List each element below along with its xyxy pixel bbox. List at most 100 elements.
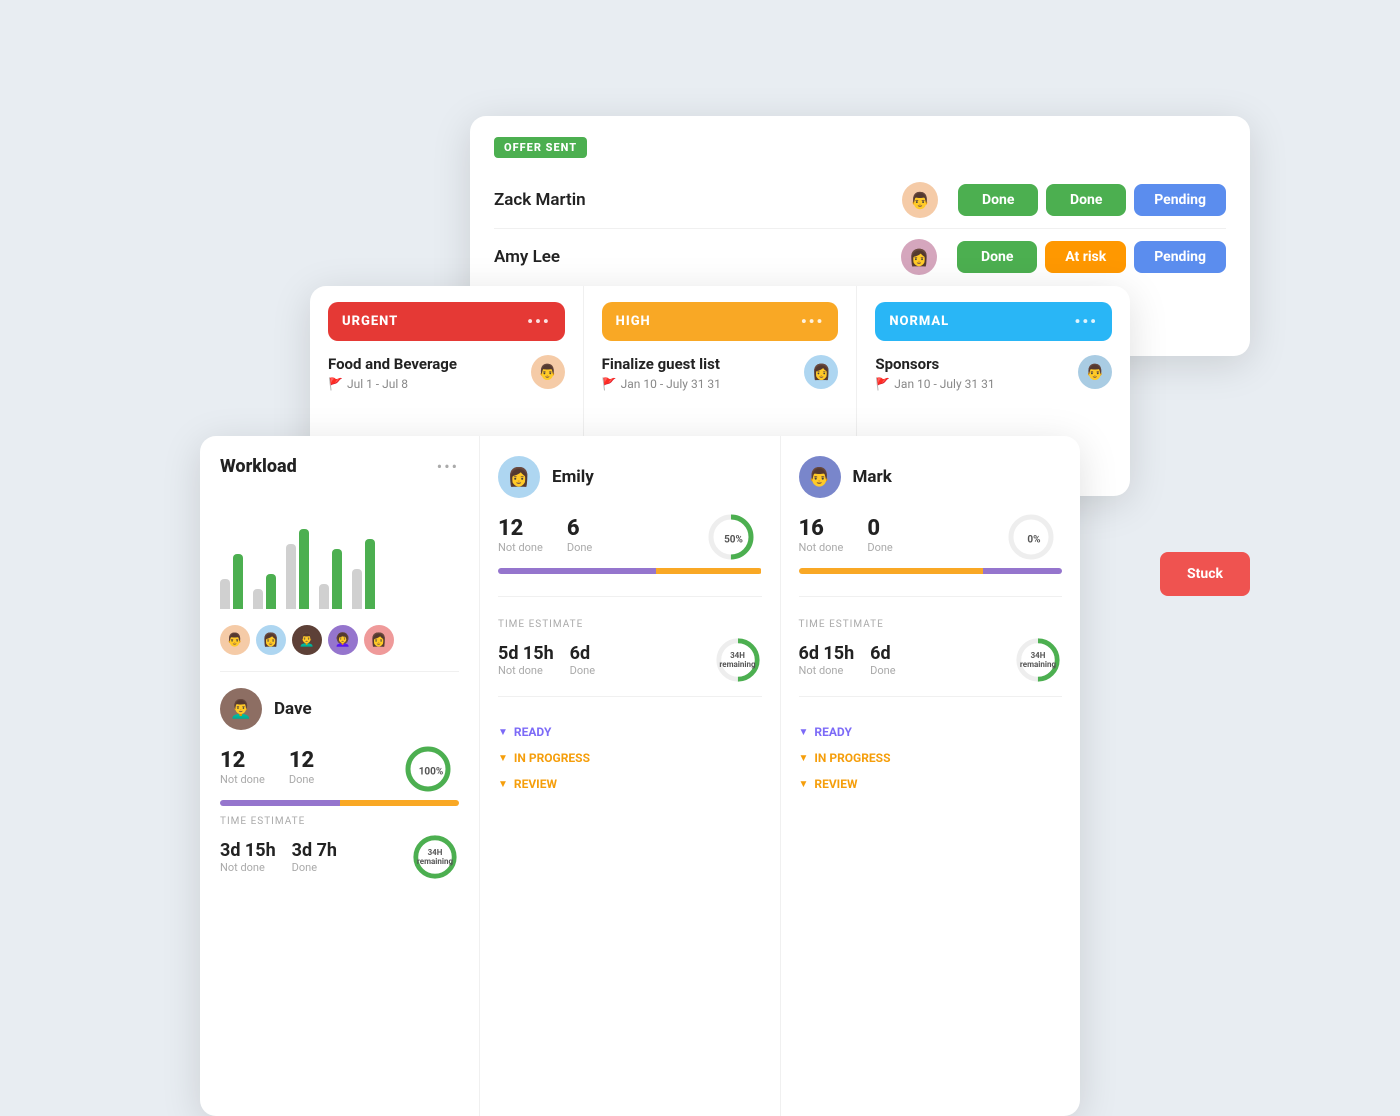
urgent-label: URGENT — [342, 314, 398, 329]
bar-gray-1 — [220, 579, 230, 609]
workload-chart — [220, 489, 459, 609]
amy-badge-1: Done — [957, 241, 1037, 273]
emily-time: TIME ESTIMATE 5d 15h Not done 6d Done — [498, 619, 762, 684]
emily-review[interactable]: ▼ REVIEW — [498, 771, 762, 797]
emily-donut: 50% — [706, 512, 762, 568]
high-flag-icon: 🚩 — [602, 377, 617, 391]
zack-badges: Done Done Pending — [958, 184, 1226, 216]
urgent-task-avatar: 👨 — [531, 355, 565, 389]
bar-group-3 — [286, 519, 309, 609]
mark-ready-chevron: ▼ — [799, 727, 809, 738]
amy-badge-2: At risk — [1045, 241, 1126, 273]
side-badge-stuck-2-wrap: Stuck — [1160, 546, 1250, 602]
bar-gray-2 — [253, 589, 263, 609]
high-label: HIGH — [616, 314, 651, 329]
emily-time-title: TIME ESTIMATE — [498, 619, 762, 630]
amy-badges: Done At risk Pending — [957, 241, 1226, 273]
amy-badge-3: Pending — [1134, 241, 1226, 273]
dave-card: 👨‍🦱 Dave 12 Not done 12 Done — [220, 688, 459, 881]
mark-name: Mark — [853, 467, 892, 487]
normal-task-title: Sponsors — [875, 355, 994, 373]
bar-green-2 — [266, 574, 276, 609]
zack-avatar: 👨 — [902, 182, 938, 218]
urgent-task: Food and Beverage 🚩 Jul 1 - Jul 8 👨 — [328, 355, 565, 391]
workload-header: Workload ••• — [220, 456, 459, 477]
dave-avatar: 👨‍🦱 — [220, 688, 262, 730]
high-task-date: 🚩 Jan 10 - July 31 31 — [602, 377, 721, 391]
urgent-flag-icon: 🚩 — [328, 377, 343, 391]
dave-time-notdone: 3d 15h — [220, 840, 276, 861]
emily-time-label: 34Hremaining — [719, 651, 755, 669]
dave-name: Dave — [274, 699, 312, 719]
mark-stats: 16 Not done 0 Done — [799, 516, 893, 554]
emily-progress — [498, 568, 762, 574]
emily-in-progress[interactable]: ▼ IN PROGRESS — [498, 745, 762, 771]
emily-header: 👩 Emily — [498, 456, 762, 498]
urgent-dots: ••• — [527, 312, 551, 331]
emily-not-done-label: Not done — [498, 541, 543, 554]
mark-time-done: 6d — [870, 643, 895, 664]
workload-avatar-row: 👨 👩 👨‍🦱 👩‍🦱 👩 — [220, 625, 459, 655]
emily-time-donut: 34Hremaining — [714, 636, 762, 684]
amy-name: Amy Lee — [494, 247, 901, 267]
urgent-task-date: 🚩 Jul 1 - Jul 8 — [328, 377, 457, 391]
zack-badge-2: Done — [1046, 184, 1126, 216]
mark-ready[interactable]: ▼ READY — [799, 719, 1063, 745]
emily-ready[interactable]: ▼ READY — [498, 719, 762, 745]
kanban-header-normal: NORMAL ••• — [875, 302, 1112, 341]
mark-avatar: 👨 — [799, 456, 841, 498]
divider-1 — [220, 671, 459, 672]
normal-flag-icon: 🚩 — [875, 377, 890, 391]
kanban-header-high: HIGH ••• — [602, 302, 839, 341]
mark-time-donut: 34Hremaining — [1014, 636, 1062, 684]
mark-time-notdone: 6d 15h — [799, 643, 855, 664]
high-task-title: Finalize guest list — [602, 355, 721, 373]
bar-group-5 — [352, 519, 375, 609]
high-task-avatar: 👩 — [804, 355, 838, 389]
normal-label: NORMAL — [889, 314, 949, 329]
dave-donut: 100% — [403, 744, 459, 800]
normal-dots: ••• — [1075, 312, 1099, 331]
mark-review[interactable]: ▼ REVIEW — [799, 771, 1063, 797]
emily-not-done-num: 12 — [498, 516, 543, 541]
bar-green-4 — [332, 549, 342, 609]
normal-task-avatar: 👨 — [1078, 355, 1112, 389]
dave-time: TIME ESTIMATE 3d 15h Not done 3d 7h Done — [220, 816, 459, 881]
dave-time-donut: 34Hremaining — [411, 833, 459, 881]
dave-donut-label: 100% — [419, 767, 444, 778]
left-panel: Workload ••• — [200, 436, 480, 1116]
bar-gray-5 — [352, 569, 362, 609]
normal-task: Sponsors 🚩 Jan 10 - July 31 31 👨 — [875, 355, 1112, 391]
dave-time-done-label: Done — [292, 861, 337, 874]
mark-time: TIME ESTIMATE 6d 15h Not done 6d Done — [799, 619, 1063, 684]
dave-time-done: 3d 7h — [292, 840, 337, 861]
dave-stats: 12 Not done 12 Done — [220, 748, 314, 786]
mark-not-done-label: Not done — [799, 541, 844, 554]
mark-review-chevron: ▼ — [799, 779, 809, 790]
emily-time-notdone: 5d 15h — [498, 643, 554, 664]
bar-green-5 — [365, 539, 375, 609]
side-badge-stuck-2: Stuck — [1160, 552, 1250, 596]
wl-avatar-1: 👨 — [220, 625, 250, 655]
emily-panel: 👩 Emily 12 Not done 6 Done — [480, 436, 781, 1116]
mark-time-label: 34Hremaining — [1020, 651, 1056, 669]
dave-time-title: TIME ESTIMATE — [220, 816, 459, 827]
bar-group-1 — [220, 519, 243, 609]
emily-sections: ▼ READY ▼ IN PROGRESS ▼ REVIEW — [498, 719, 762, 797]
zack-badge-1: Done — [958, 184, 1038, 216]
emily-donut-label: 50% — [724, 535, 743, 546]
mark-header: 👨 Mark — [799, 456, 1063, 498]
dave-time-label: 34Hremaining — [417, 848, 453, 866]
mark-time-title: TIME ESTIMATE — [799, 619, 1063, 630]
bar-green-1 — [233, 554, 243, 609]
bar-gray-4 — [319, 584, 329, 609]
dave-done-label: Done — [289, 773, 314, 786]
mark-donut-label: 0% — [1027, 535, 1040, 546]
dave-header: 👨‍🦱 Dave — [220, 688, 459, 730]
workload-title: Workload — [220, 456, 297, 477]
dave-not-done-label: Not done — [220, 773, 265, 786]
mark-in-progress[interactable]: ▼ IN PROGRESS — [799, 745, 1063, 771]
emily-time-done: 6d — [570, 643, 595, 664]
high-dots: ••• — [801, 312, 825, 331]
emily-progress-chevron: ▼ — [498, 753, 508, 764]
